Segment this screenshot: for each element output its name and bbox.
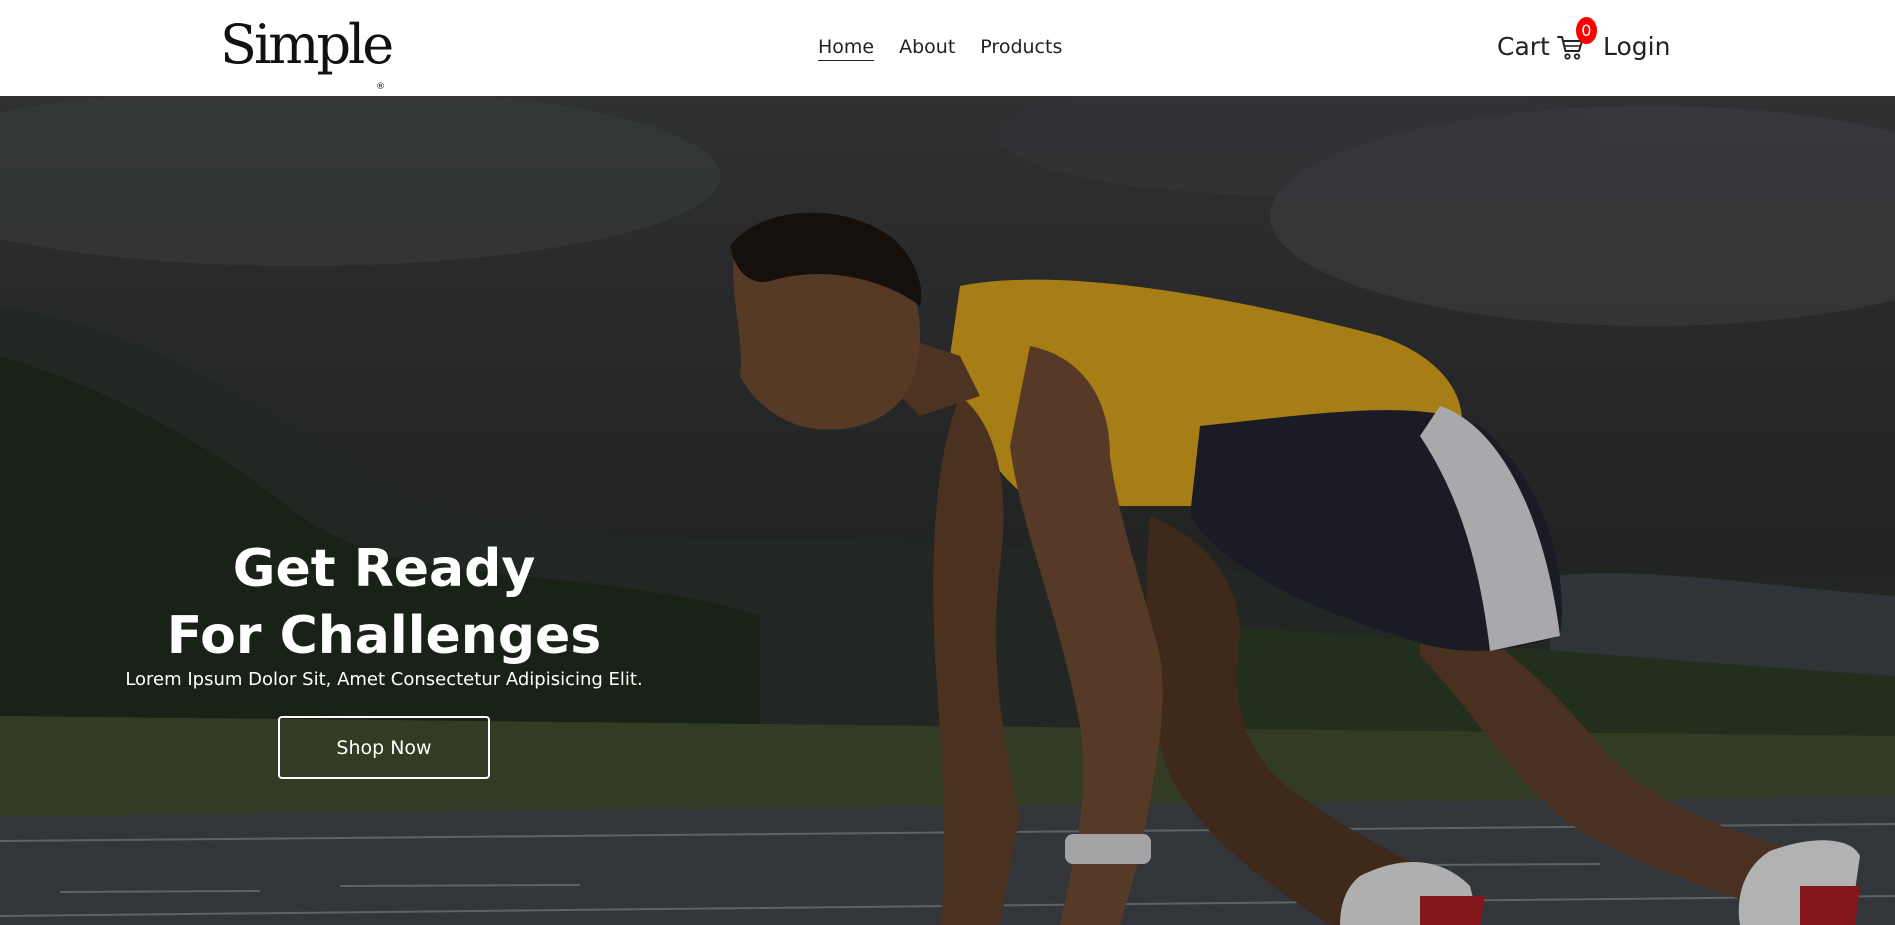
hero-title: Get Ready For Challenges	[134, 536, 634, 670]
cart-label: Cart	[1497, 32, 1550, 61]
hero-title-line-2: For Challenges	[166, 606, 602, 666]
hero-banner: Get Ready For Challenges Lorem Ipsum Dol…	[0, 96, 1895, 925]
hero-subtitle: Lorem Ipsum Dolor Sit, Amet Consectetur …	[125, 669, 643, 690]
logo-text: Simple	[220, 13, 394, 76]
cart-button[interactable]: Cart 0	[1497, 17, 1597, 64]
shop-now-button[interactable]: Shop Now	[278, 716, 490, 779]
brand-logo[interactable]: Simple ®	[220, 10, 394, 92]
nav-link-products[interactable]: Products	[980, 34, 1062, 61]
login-link[interactable]: Login	[1603, 30, 1670, 64]
shopping-cart-icon: 0	[1556, 17, 1597, 64]
nav-link-about[interactable]: About	[899, 34, 955, 61]
hero-title-line-1: Get Ready	[232, 539, 536, 599]
main-nav: Home About Products	[818, 34, 1087, 61]
site-header: Simple ® Home About Products Cart 0 Logi…	[0, 0, 1895, 96]
hero-background-image	[0, 96, 1895, 925]
cart-count-badge: 0	[1575, 17, 1597, 44]
nav-link-home[interactable]: Home	[818, 34, 875, 61]
